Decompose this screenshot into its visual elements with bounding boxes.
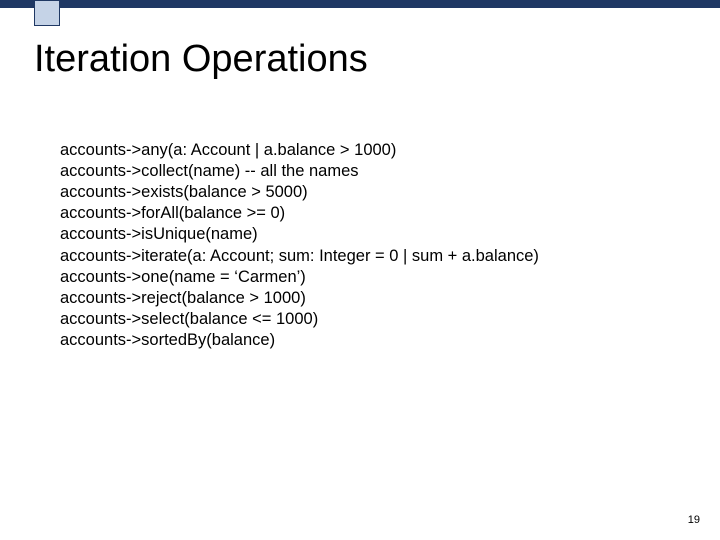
code-line: accounts->collect(name) -- all the names (60, 161, 670, 182)
code-line: accounts->forAll(balance >= 0) (60, 203, 670, 224)
code-line: accounts->one(name = ‘Carmen’) (60, 267, 670, 288)
slide-title: Iteration Operations (34, 38, 368, 81)
code-line: accounts->reject(balance > 1000) (60, 288, 670, 309)
code-line: accounts->iterate(a: Account; sum: Integ… (60, 246, 670, 267)
decorative-square (34, 0, 60, 26)
code-line: accounts->exists(balance > 5000) (60, 182, 670, 203)
code-line: accounts->sortedBy(balance) (60, 330, 670, 351)
page-number: 19 (688, 514, 700, 526)
slide-body: accounts->any(a: Account | a.balance > 1… (60, 140, 670, 351)
slide-top-strip (0, 0, 720, 8)
code-line: accounts->isUnique(name) (60, 224, 670, 245)
code-line: accounts->select(balance <= 1000) (60, 309, 670, 330)
code-line: accounts->any(a: Account | a.balance > 1… (60, 140, 670, 161)
